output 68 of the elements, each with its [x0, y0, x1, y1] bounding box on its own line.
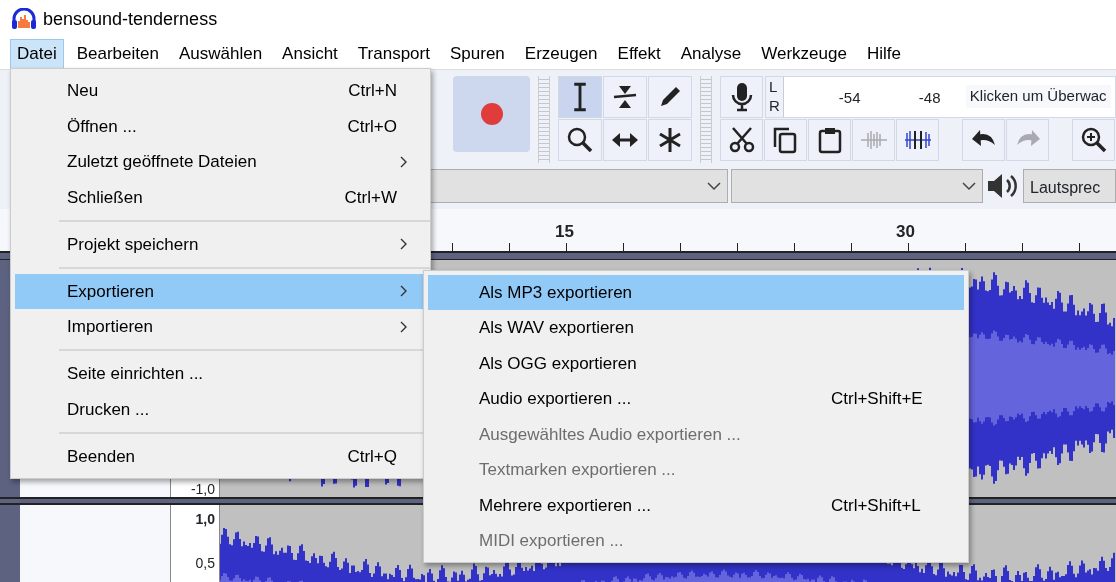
record-icon	[479, 102, 504, 126]
recording-meter[interactable]: L R -54 -48 Klicken um Überwac	[765, 76, 1116, 118]
menu-item[interactable]: Effekt	[610, 38, 668, 69]
cut-button[interactable]	[720, 119, 763, 161]
scale-label: -1,0	[190, 481, 215, 497]
menu-item[interactable]: Exportieren	[15, 273, 426, 309]
shortcut-label: Ctrl+Q	[347, 445, 397, 468]
time-shift-tool-button[interactable]	[603, 119, 647, 161]
toolbar-grip[interactable]	[538, 76, 550, 163]
ruler-label: 15	[555, 221, 574, 243]
silence-button[interactable]	[896, 119, 939, 161]
menu-item[interactable]: Mehrere exportieren ... Ctrl+Shift+L	[428, 487, 964, 523]
menu-item[interactable]: Audio exportieren ... Ctrl+Shift+E	[428, 381, 964, 417]
menu-item[interactable]: Spuren	[442, 38, 512, 69]
menu-item[interactable]: Analyse	[673, 38, 749, 69]
menu-item[interactable]: Als WAV exportieren	[428, 310, 964, 346]
menu-item[interactable]: Hilfe	[859, 38, 908, 69]
menu-item[interactable]: Datei	[10, 38, 64, 69]
copy-button[interactable]	[764, 119, 807, 161]
shortcut-label: Ctrl+O	[347, 115, 397, 138]
zoom-tool-button[interactable]	[558, 119, 602, 161]
microphone-button[interactable]	[720, 76, 763, 118]
menu-item[interactable]: Erzeugen	[517, 38, 605, 69]
toolbar-grip[interactable]	[700, 76, 712, 163]
channel-label: R	[769, 96, 780, 115]
shortcut-label: Ctrl+N	[348, 80, 397, 102]
menu-item[interactable]: Als OGG exportieren	[428, 345, 964, 381]
zoom-in-button[interactable]	[1072, 119, 1115, 161]
chevron-icon	[707, 181, 721, 191]
shortcut-label: Ctrl+W	[344, 186, 397, 209]
menu-item[interactable]: Neu Ctrl+N	[15, 73, 426, 109]
undo-button[interactable]	[962, 119, 1005, 161]
output-device-dropdown[interactable]: Lautsprec	[1023, 169, 1116, 203]
scale-label: 1,0	[195, 511, 215, 527]
meter-hint: Klicken um Überwac	[965, 85, 1111, 108]
zoom-tool-icon	[565, 125, 595, 155]
channel-label: L	[769, 77, 779, 96]
menu-item[interactable]: Ansicht	[275, 38, 345, 69]
menu-item[interactable]: Seite einrichten ...	[15, 356, 426, 392]
input-dropdown[interactable]	[731, 169, 983, 203]
menu-item[interactable]: Beenden Ctrl+Q	[15, 438, 426, 474]
envelope-tool-button[interactable]	[603, 76, 647, 118]
record-button[interactable]	[453, 76, 530, 152]
pencil-tool-button[interactable]	[648, 76, 692, 118]
menu-item[interactable]: Drucken ...	[15, 391, 426, 427]
selection-tool-icon	[573, 82, 587, 112]
speaker-icon	[986, 171, 1020, 201]
menu-item[interactable]: Werkzeuge	[754, 38, 854, 69]
menu-item[interactable]: Transport	[350, 38, 437, 69]
menu-item[interactable]: Auswählen	[171, 38, 270, 69]
menu-item[interactable]: Bearbeiten	[69, 38, 166, 69]
chevron-icon	[962, 181, 976, 191]
selection-tool-button[interactable]	[558, 76, 602, 118]
multi-tool-button[interactable]	[648, 119, 692, 161]
scale-label: 0,5	[195, 555, 215, 571]
menu-item[interactable]: Als MP3 exportieren	[428, 274, 964, 310]
microphone-icon	[730, 82, 753, 112]
shortcut-label: Ctrl+Shift+E	[831, 388, 923, 410]
window-title: bensound-tenderness	[43, 7, 218, 31]
meter-tick-label: -54	[838, 88, 861, 108]
menu-item[interactable]: Importieren	[15, 309, 426, 345]
meter-tick-label: -48	[918, 88, 941, 108]
shortcut-label: Ctrl+Shift+L	[831, 494, 921, 517]
menu-item[interactable]: Zuletzt geöffnete Dateien	[15, 144, 426, 180]
menu-item[interactable]: Öffnen ... Ctrl+O	[15, 108, 426, 144]
ruler-label: 30	[896, 221, 915, 243]
app-logo-icon	[11, 8, 37, 30]
paste-button[interactable]	[808, 119, 851, 161]
